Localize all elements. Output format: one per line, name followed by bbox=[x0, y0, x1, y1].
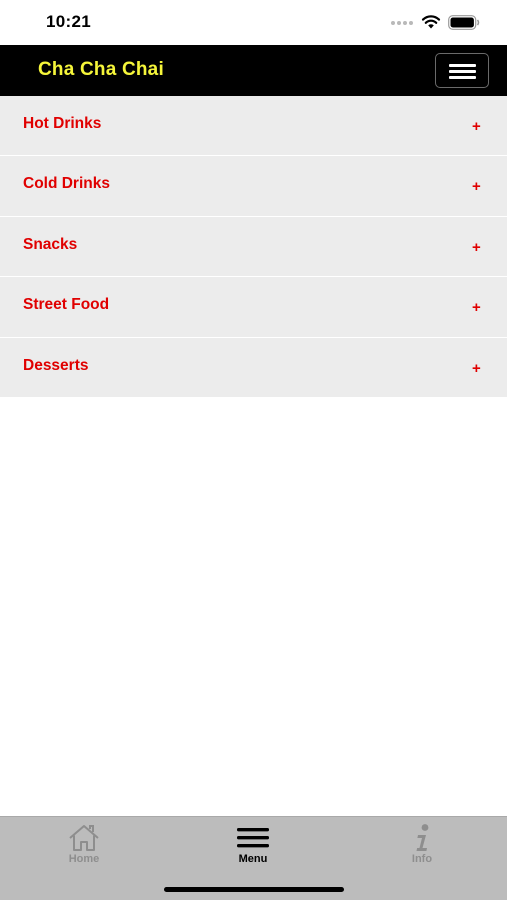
tab-home[interactable]: Home bbox=[24, 817, 144, 877]
home-indicator[interactable] bbox=[164, 887, 344, 892]
tab-bar: Home Menu Info bbox=[0, 816, 507, 900]
category-hot-drinks[interactable]: Hot Drinks + bbox=[0, 96, 507, 157]
plus-icon[interactable]: + bbox=[472, 359, 481, 379]
hamburger-menu-button[interactable] bbox=[435, 53, 489, 88]
category-street-food[interactable]: Street Food + bbox=[0, 277, 507, 338]
cellular-signal-icon bbox=[391, 21, 415, 27]
wifi-icon bbox=[421, 15, 441, 29]
category-snacks[interactable]: Snacks + bbox=[0, 216, 507, 278]
tab-menu[interactable]: Menu bbox=[193, 817, 313, 877]
plus-icon[interactable]: + bbox=[472, 117, 481, 137]
battery-icon bbox=[448, 15, 480, 30]
status-bar: 10:21 bbox=[0, 0, 507, 45]
home-icon bbox=[69, 825, 99, 851]
plus-icon[interactable]: + bbox=[472, 298, 481, 318]
tab-label: Info bbox=[411, 853, 433, 865]
hamburger-icon bbox=[449, 64, 476, 67]
info-icon bbox=[416, 824, 429, 851]
plus-icon[interactable]: + bbox=[472, 177, 481, 197]
tab-info[interactable]: Info bbox=[362, 817, 482, 877]
app-header: Cha Cha Chai bbox=[0, 45, 507, 96]
category-label: Hot Drinks bbox=[23, 115, 102, 132]
plus-icon[interactable]: + bbox=[472, 238, 481, 258]
category-label: Street Food bbox=[23, 296, 110, 314]
category-label: Snacks bbox=[23, 235, 78, 253]
category-label: Desserts bbox=[23, 356, 89, 374]
status-time: 10:21 bbox=[46, 12, 91, 31]
category-label: Cold Drinks bbox=[23, 175, 110, 193]
menu-icon bbox=[237, 828, 269, 848]
category-cold-drinks[interactable]: Cold Drinks + bbox=[0, 156, 507, 217]
app-title: Cha Cha Chai bbox=[38, 59, 164, 80]
tab-label: Menu bbox=[238, 853, 268, 865]
tab-label: Home bbox=[68, 853, 100, 865]
category-list: Hot Drinks + Cold Drinks + Snacks + Stre… bbox=[0, 96, 507, 398]
category-desserts[interactable]: Desserts + bbox=[0, 337, 507, 398]
